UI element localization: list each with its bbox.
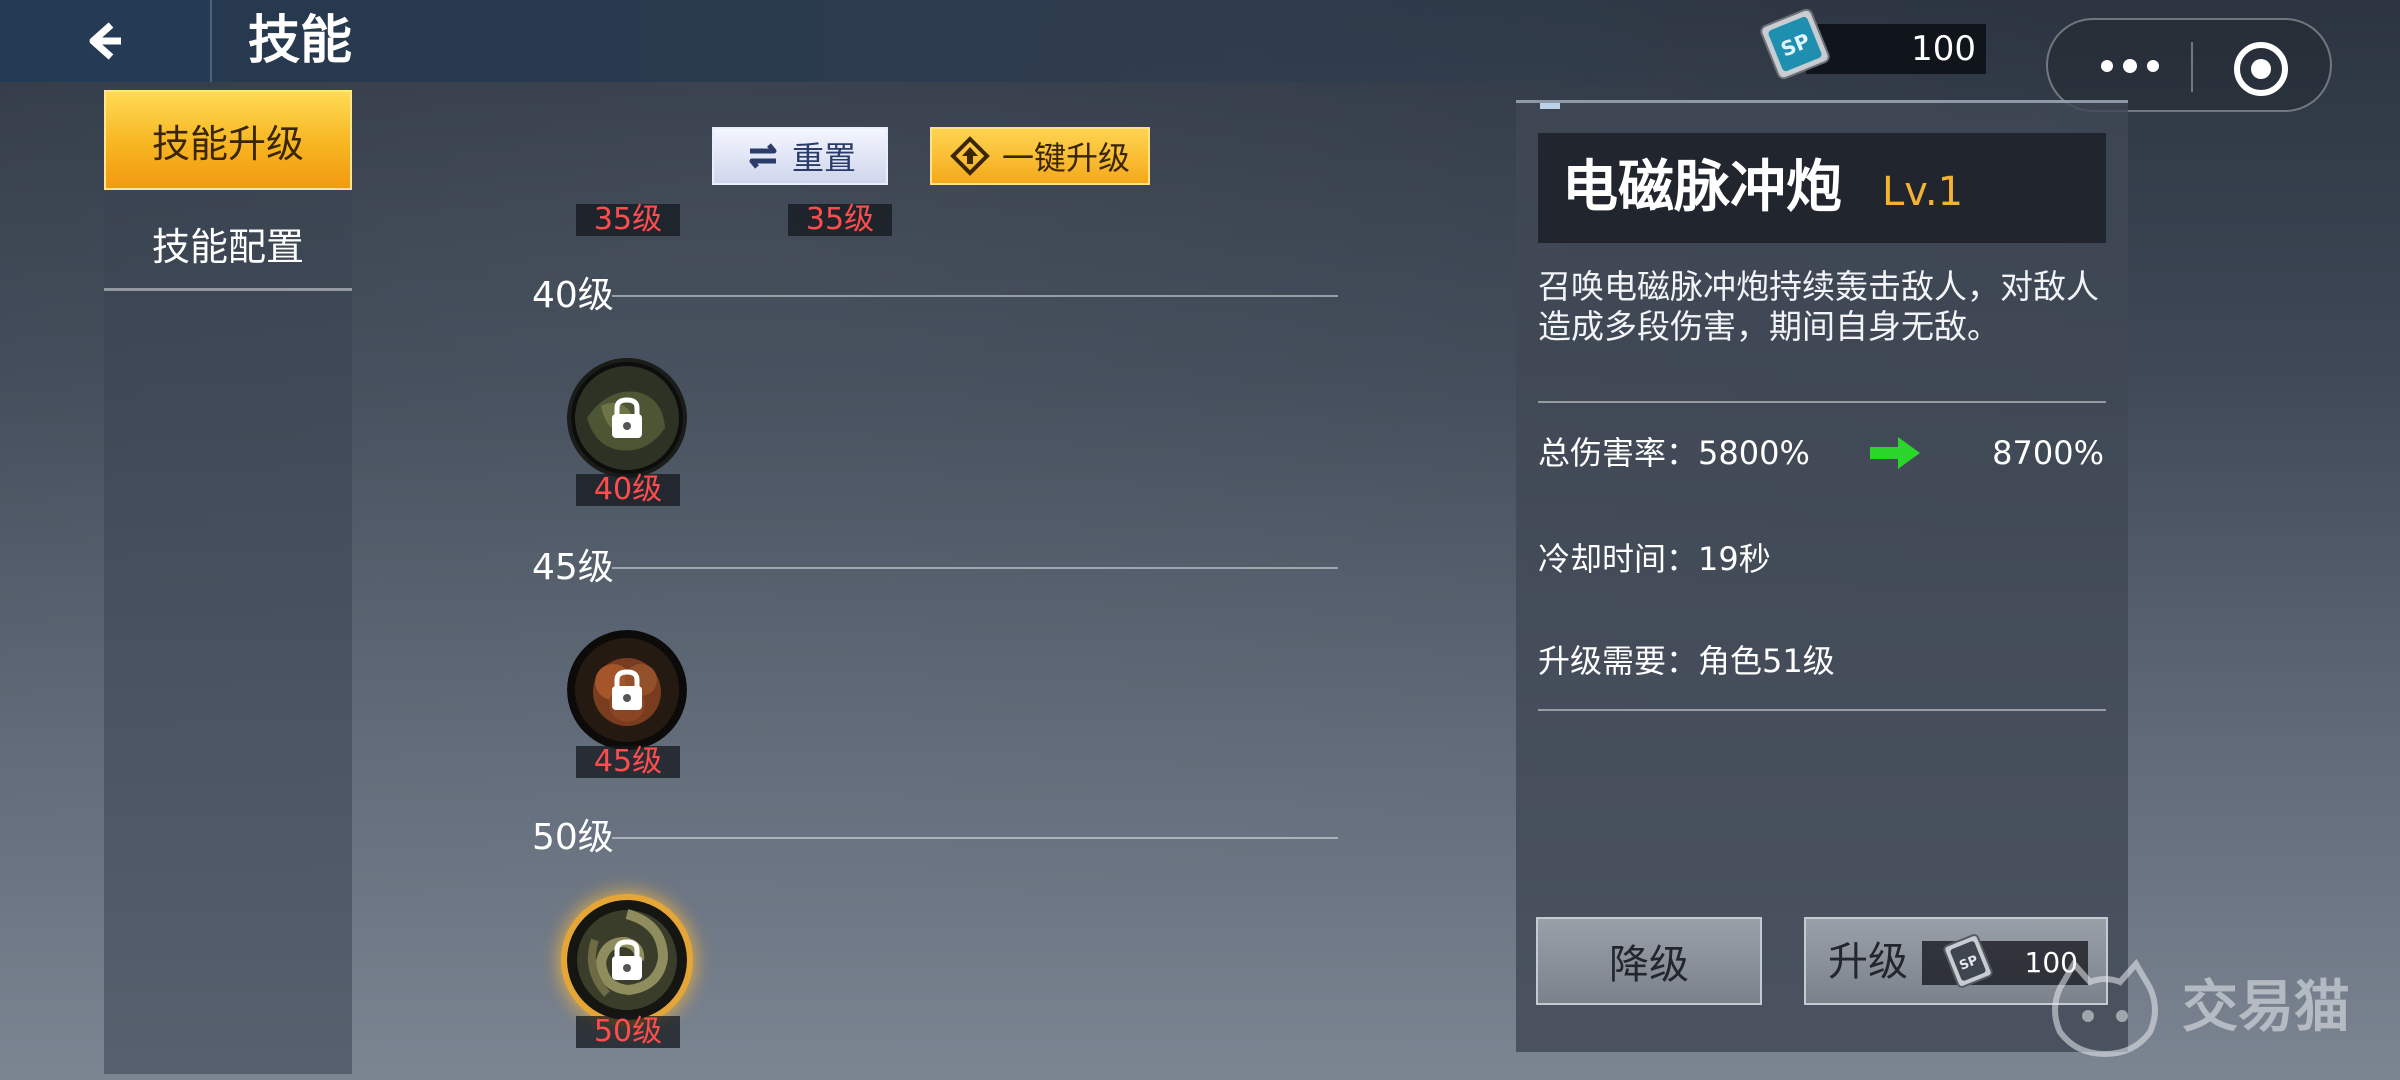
tier-divider [612, 295, 1338, 297]
skill-node-level-tag: 50级 [576, 1016, 680, 1048]
upgrade-all-button[interactable]: 一键升级 [930, 127, 1150, 185]
tier-divider [612, 567, 1338, 569]
more-dots-icon [2101, 60, 2113, 72]
green-arrow-icon [1868, 435, 1922, 471]
level-tag: 35级 [576, 204, 680, 236]
sp-card-icon: SP [1943, 934, 1993, 988]
skill-node-40[interactable] [567, 358, 687, 478]
skill-name: 电磁脉冲炮 [1562, 155, 1842, 220]
skill-header: 电磁脉冲炮 Lv.1 [1538, 133, 2106, 243]
requirement-value: 角色51级 [1698, 642, 1835, 680]
menu-item-skill-upgrade[interactable]: 技能升级 [104, 90, 352, 190]
refresh-icon [749, 143, 777, 169]
lock-icon [607, 396, 647, 440]
lock-icon [607, 668, 647, 712]
sp-currency-display: 100 SP [1752, 8, 1986, 80]
lock-icon [607, 938, 647, 982]
cat-logo-icon [2052, 958, 2158, 1058]
back-arrow-icon [89, 22, 121, 60]
menu-divider [104, 288, 352, 291]
watermark: 交易猫 [2046, 958, 2386, 1058]
side-menu: 技能升级 技能配置 [104, 88, 352, 1074]
tier-label-50: 50级 [532, 817, 614, 858]
diamond-arrow-icon [950, 136, 990, 176]
cooldown-value: 19秒 [1698, 540, 1771, 578]
level-tag: 35级 [788, 204, 892, 236]
reset-label: 重置 [791, 139, 856, 177]
mini-program-capsule [2046, 18, 2332, 112]
damage-rate-label: 总伤害率： [1538, 434, 1699, 472]
requirement-row: 升级需要：角色51级 [1538, 641, 1835, 681]
tier-label-45: 45级 [532, 547, 614, 588]
requirement-label: 升级需要： [1538, 642, 1699, 680]
upgrade-all-label: 一键升级 [1001, 139, 1130, 177]
damage-rate-next: 8700% [1992, 434, 2104, 472]
skill-node-level-tag: 45级 [576, 746, 680, 778]
more-menu-button[interactable] [2088, 40, 2172, 92]
tier-divider [612, 837, 1338, 839]
back-button[interactable] [0, 0, 212, 82]
close-target-icon[interactable] [2234, 42, 2288, 96]
skill-node-45[interactable] [567, 630, 687, 750]
skill-node-50-selected[interactable] [567, 900, 687, 1020]
sp-card-icon: SP [1760, 8, 1830, 80]
skill-description: 召唤电磁脉冲炮持续轰击敌人，对敌人造成多段伤害，期间自身无敌。 [1538, 267, 2099, 346]
capsule-divider [2191, 42, 2193, 92]
tier-label-40: 40级 [532, 275, 614, 316]
currency-amount: 100 [1911, 29, 1976, 69]
page-title: 技能 [248, 11, 353, 71]
menu-item-skill-config[interactable]: 技能配置 [104, 193, 352, 293]
reset-button[interactable]: 重置 [712, 127, 888, 185]
damage-rate-current: 5800% [1698, 434, 1810, 472]
damage-rate-row: 总伤害率：5800% [1538, 433, 1810, 473]
watermark-text: 交易猫 [2182, 975, 2350, 1040]
skill-level: Lv.1 [1882, 169, 1964, 215]
cooldown-label: 冷却时间： [1538, 540, 1699, 578]
downgrade-button[interactable]: 降级 [1536, 917, 1762, 1005]
panel-accent [1540, 103, 1560, 109]
skill-node-level-tag: 40级 [576, 474, 680, 506]
skill-detail-panel: 电磁脉冲炮 Lv.1 召唤电磁脉冲炮持续轰击敌人，对敌人造成多段伤害，期间自身无… [1516, 100, 2128, 1052]
cooldown-row: 冷却时间：19秒 [1538, 539, 1771, 579]
panel-divider [1538, 709, 2106, 711]
upgrade-label: 升级 [1828, 939, 1908, 985]
panel-divider [1538, 401, 2106, 403]
